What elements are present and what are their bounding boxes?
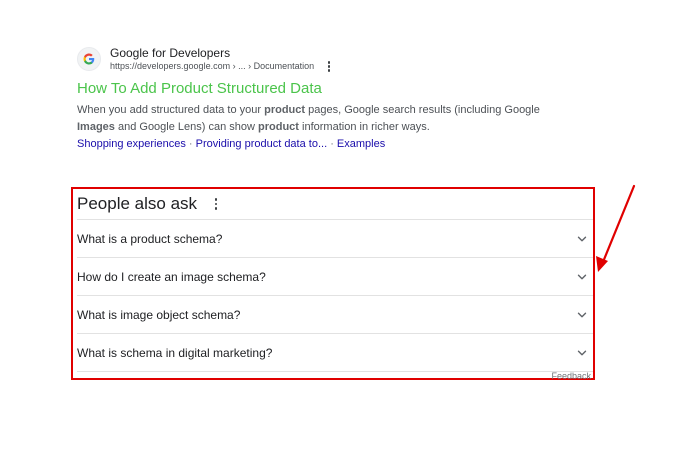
more-options-icon[interactable] [324, 61, 334, 73]
url-row: https://developers.google.com › ... › Do… [110, 61, 334, 73]
snippet-bold-1: product [264, 104, 306, 116]
snippet-text-3: and Google Lens) can show [114, 121, 259, 133]
people-also-ask-highlight-box: People also ask What is a product schema… [71, 187, 595, 381]
sitelink-examples[interactable]: Examples [337, 138, 385, 150]
result-snippet: When you add structured data to your pro… [77, 102, 557, 136]
paa-header: People also ask [77, 189, 593, 220]
chevron-down-icon [577, 312, 587, 317]
site-text: Google for Developers https://developers… [110, 46, 334, 73]
paa-more-options-icon[interactable] [211, 197, 221, 211]
snippet-text-4: information in richer ways. [298, 121, 430, 133]
sitelink-separator: · [330, 138, 334, 150]
paa-question-row[interactable]: What is a product schema? [77, 220, 593, 258]
paa-question-row[interactable]: How do I create an image schema? [77, 258, 593, 296]
paa-question: What is schema in digital marketing? [77, 345, 273, 360]
chevron-down-icon [577, 236, 587, 241]
sitelink-providing-product-data[interactable]: Providing product data to... [196, 138, 327, 150]
snippet-text-2: pages, Google search results (including … [305, 104, 540, 116]
site-url: https://developers.google.com › ... › Do… [110, 60, 315, 71]
people-also-ask-section: People also ask What is a product schema… [77, 189, 593, 381]
chevron-down-icon [577, 274, 587, 279]
snippet-bold-2: Images [77, 121, 115, 133]
paa-question: How do I create an image schema? [77, 269, 266, 284]
feedback-link[interactable]: Feedback [551, 371, 591, 381]
search-results-page: Google for Developers https://developers… [0, 0, 700, 450]
paa-title: People also ask [77, 194, 198, 213]
paa-question: What is image object schema? [77, 307, 241, 322]
snippet-text-1: When you add structured data to your [77, 104, 265, 116]
chevron-down-icon [577, 350, 587, 355]
sitelink-separator: · [188, 138, 193, 150]
result-title-link[interactable]: How To Add Product Structured Data [77, 80, 557, 97]
paa-question-row[interactable]: What is schema in digital marketing? [77, 334, 593, 372]
site-name: Google for Developers [110, 45, 231, 60]
google-g-icon [77, 47, 101, 71]
snippet-bold-3: product [258, 121, 299, 133]
sitelink-shopping-experiences[interactable]: Shopping experiences [77, 138, 186, 150]
paa-question: What is a product schema? [77, 231, 223, 246]
result-site-row[interactable]: Google for Developers https://developers… [77, 42, 557, 76]
sitelinks: Shopping experiences · Providing product… [77, 136, 557, 152]
paa-question-row[interactable]: What is image object schema? [77, 296, 593, 334]
search-result: Google for Developers https://developers… [77, 42, 557, 152]
